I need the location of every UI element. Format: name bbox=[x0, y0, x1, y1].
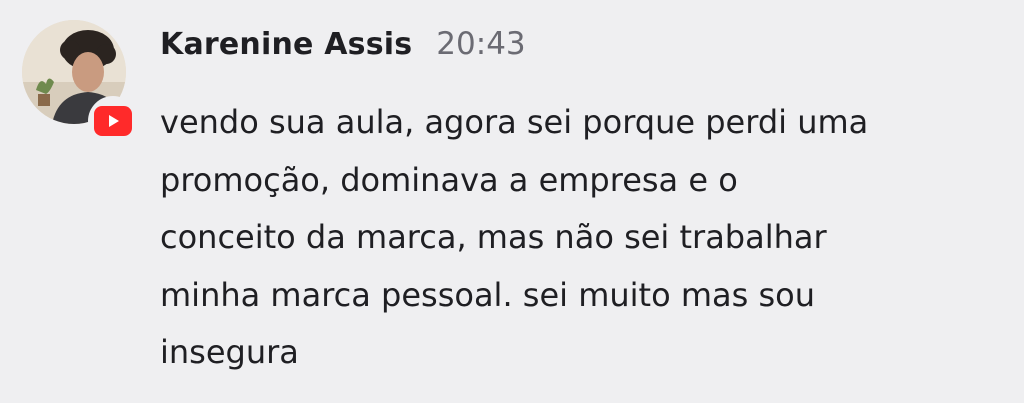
chat-message: Karenine Assis 20:43 vendo sua aula, ago… bbox=[0, 0, 1024, 403]
message-line: promoção, dominava a empresa e o bbox=[160, 160, 738, 199]
message-line: insegura bbox=[160, 333, 299, 371]
author-name[interactable]: Karenine Assis bbox=[160, 27, 412, 62]
youtube-icon bbox=[94, 106, 132, 136]
message-timestamp: 20:43 bbox=[436, 26, 526, 62]
avatar-container[interactable] bbox=[22, 20, 138, 146]
message-line: minha marca pessoal. sei muito mas sou bbox=[160, 275, 815, 314]
message-header: Karenine Assis 20:43 bbox=[160, 26, 526, 62]
message-line: conceito da marca, mas não sei trabalhar bbox=[160, 218, 827, 256]
message-line: vendo sua aula, agora sei porque perdi u… bbox=[160, 103, 869, 141]
youtube-badge bbox=[88, 96, 138, 146]
message-text: vendo sua aula, agora sei porque perdi u… bbox=[160, 94, 1000, 382]
